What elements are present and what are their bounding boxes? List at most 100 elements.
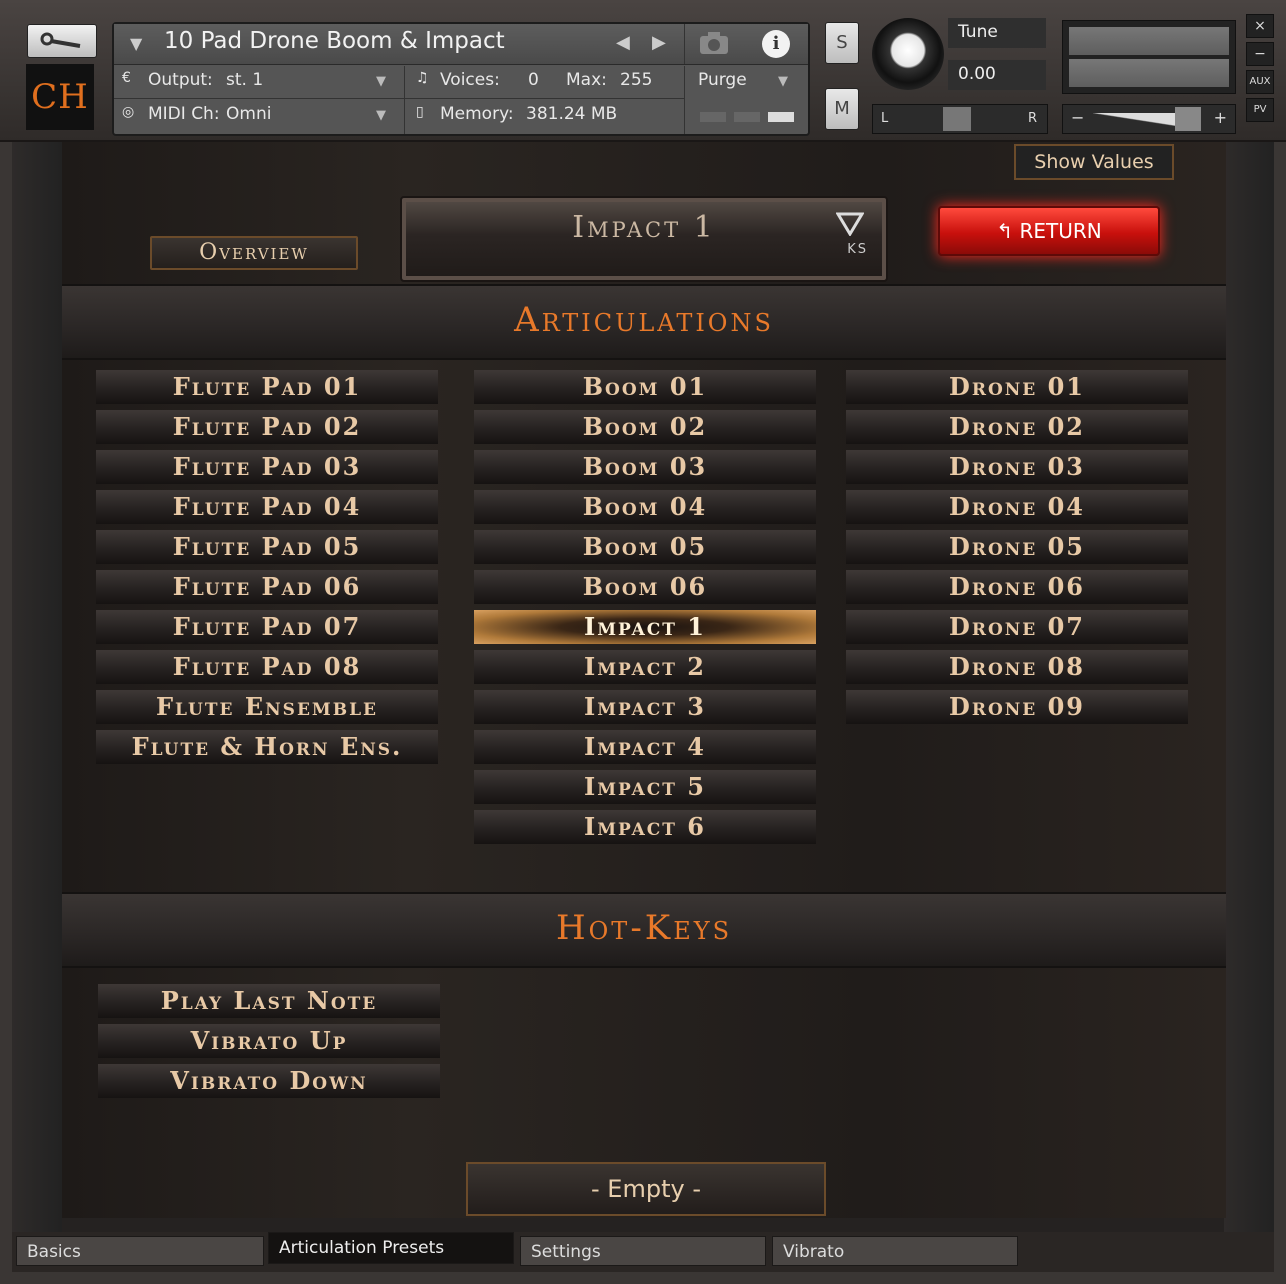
hotkey-list: Play Last Note Vibrato Up Vibrato Down <box>98 984 440 1104</box>
level-meter-right <box>1069 59 1229 87</box>
volume-slider[interactable]: − + <box>1062 104 1236 134</box>
pan-handle[interactable] <box>943 107 971 131</box>
hotkey-button[interactable]: Play Last Note <box>98 984 440 1018</box>
pan-left-label: L <box>881 111 889 126</box>
articulation-button[interactable]: Drone 05 <box>846 530 1188 564</box>
instrument-info-panel: ▼ 10 Pad Drone Boom & Impact ◀ ▶ i € Out… <box>112 22 810 136</box>
max-voices-label: Max: <box>566 70 607 90</box>
memory-icon: ▯ <box>416 104 424 120</box>
articulations-header: Articulations <box>62 284 1226 360</box>
hotkeys-header: Hot-Keys <box>62 892 1226 968</box>
articulation-button[interactable]: Flute Pad 07 <box>96 610 438 644</box>
articulation-button[interactable]: Drone 08 <box>846 650 1188 684</box>
tab-settings[interactable]: Settings <box>520 1236 766 1266</box>
articulation-button[interactable]: Boom 04 <box>474 490 816 524</box>
hotkey-button[interactable]: Vibrato Down <box>98 1064 440 1098</box>
chevron-down-icon[interactable]: ▼ <box>778 74 788 89</box>
articulation-button[interactable]: Impact 1 <box>474 610 816 644</box>
return-label: RETURN <box>1019 219 1102 243</box>
voices-value: 0 <box>528 70 539 90</box>
articulation-button[interactable]: Flute Pad 05 <box>96 530 438 564</box>
level-meter <box>1062 20 1236 94</box>
max-voices-value[interactable]: 255 <box>620 70 652 90</box>
articulation-button[interactable]: Flute Ensemble <box>96 690 438 724</box>
chevron-down-icon[interactable]: ▼ <box>376 74 386 89</box>
empty-preset-slot[interactable]: - Empty - <box>466 1162 826 1216</box>
chevron-down-icon[interactable]: ▼ <box>376 108 386 123</box>
wrench-button[interactable] <box>27 24 97 58</box>
voices-icon: ♫ <box>416 70 429 86</box>
articulation-button[interactable]: Impact 3 <box>474 690 816 724</box>
pv-button[interactable]: PV <box>1246 98 1274 122</box>
camera-icon[interactable] <box>698 30 730 56</box>
close-button[interactable]: × <box>1246 14 1274 38</box>
articulation-button[interactable]: Flute Pad 06 <box>96 570 438 604</box>
info-icon[interactable]: i <box>762 30 790 58</box>
articulation-button[interactable]: Drone 07 <box>846 610 1188 644</box>
previous-instrument-icon[interactable]: ◀ <box>616 32 630 53</box>
return-button[interactable]: ↰ RETURN <box>938 206 1160 256</box>
memory-label: Memory: <box>440 104 514 124</box>
articulation-button[interactable]: Boom 05 <box>474 530 816 564</box>
articulation-button[interactable]: Impact 5 <box>474 770 816 804</box>
preset-selector[interactable]: Impact 1 KS <box>400 196 888 282</box>
midi-channel-value[interactable]: Omni <box>226 104 271 124</box>
chevron-down-icon[interactable]: ▼ <box>130 34 142 53</box>
pan-slider[interactable]: L R <box>872 104 1048 134</box>
articulation-button[interactable]: Drone 03 <box>846 450 1188 484</box>
articulation-button[interactable]: Boom 06 <box>474 570 816 604</box>
selected-preset-name: Impact 1 <box>572 210 716 245</box>
tab-basics[interactable]: Basics <box>16 1236 264 1266</box>
tab-vibrato[interactable]: Vibrato <box>772 1236 1018 1266</box>
purge-indicator <box>768 112 794 122</box>
tune-value[interactable]: 0.00 <box>958 64 996 84</box>
articulation-button[interactable]: Flute & Horn Ens. <box>96 730 438 764</box>
voices-label: Voices: <box>440 70 500 90</box>
tab-articulation-presets[interactable]: Articulation Presets <box>268 1232 514 1264</box>
articulation-button[interactable]: Flute Pad 08 <box>96 650 438 684</box>
volume-ramp <box>1093 113 1183 127</box>
instrument-header: CH ▼ 10 Pad Drone Boom & Impact ◀ ▶ i € … <box>0 0 1286 142</box>
show-values-button[interactable]: Show Values <box>1014 144 1174 180</box>
articulation-button[interactable]: Flute Pad 03 <box>96 450 438 484</box>
midi-channel-label: MIDI Ch: <box>148 104 220 124</box>
mute-button[interactable]: M <box>825 88 859 130</box>
output-value[interactable]: st. 1 <box>226 70 263 90</box>
aux-button[interactable]: AUX <box>1246 70 1274 94</box>
articulation-button[interactable]: Impact 2 <box>474 650 816 684</box>
solo-button[interactable]: S <box>825 22 859 64</box>
articulation-button[interactable]: Flute Pad 02 <box>96 410 438 444</box>
tab-strip: Basics Articulation Presets Settings Vib… <box>12 1232 1274 1272</box>
articulation-button[interactable]: Flute Pad 01 <box>96 370 438 404</box>
articulation-button[interactable]: Drone 01 <box>846 370 1188 404</box>
purge-indicator <box>734 112 760 122</box>
articulation-button[interactable]: Drone 09 <box>846 690 1188 724</box>
midi-icon: ◎ <box>122 104 135 120</box>
articulation-button[interactable]: Boom 01 <box>474 370 816 404</box>
articulations-title: Articulations <box>514 300 774 340</box>
ks-label: KS <box>847 242 868 257</box>
hotkey-button[interactable]: Vibrato Up <box>98 1024 440 1058</box>
next-instrument-icon[interactable]: ▶ <box>652 32 666 53</box>
volume-handle[interactable] <box>1175 107 1201 131</box>
memory-value: 381.24 MB <box>526 104 618 124</box>
articulation-button[interactable]: Drone 04 <box>846 490 1188 524</box>
instrument-name[interactable]: 10 Pad Drone Boom & Impact <box>164 28 505 54</box>
tune-knob[interactable] <box>872 18 944 90</box>
articulation-button[interactable]: Drone 06 <box>846 570 1188 604</box>
volume-minus: − <box>1071 108 1085 127</box>
title-row: ▼ 10 Pad Drone Boom & Impact ◀ ▶ i <box>114 24 808 65</box>
articulation-button[interactable]: Flute Pad 04 <box>96 490 438 524</box>
purge-menu[interactable]: Purge <box>698 70 747 90</box>
minimize-button[interactable]: − <box>1246 42 1274 66</box>
purge-indicator <box>700 112 726 122</box>
articulation-button[interactable]: Boom 02 <box>474 410 816 444</box>
triangle-down-icon[interactable] <box>836 212 864 236</box>
articulation-button[interactable]: Drone 02 <box>846 410 1188 444</box>
return-arrow-icon: ↰ <box>996 219 1020 243</box>
articulation-button[interactable]: Impact 6 <box>474 810 816 844</box>
level-meter-left <box>1069 27 1229 55</box>
articulation-button[interactable]: Impact 4 <box>474 730 816 764</box>
articulation-button[interactable]: Boom 03 <box>474 450 816 484</box>
overview-button[interactable]: Overview <box>150 236 358 270</box>
